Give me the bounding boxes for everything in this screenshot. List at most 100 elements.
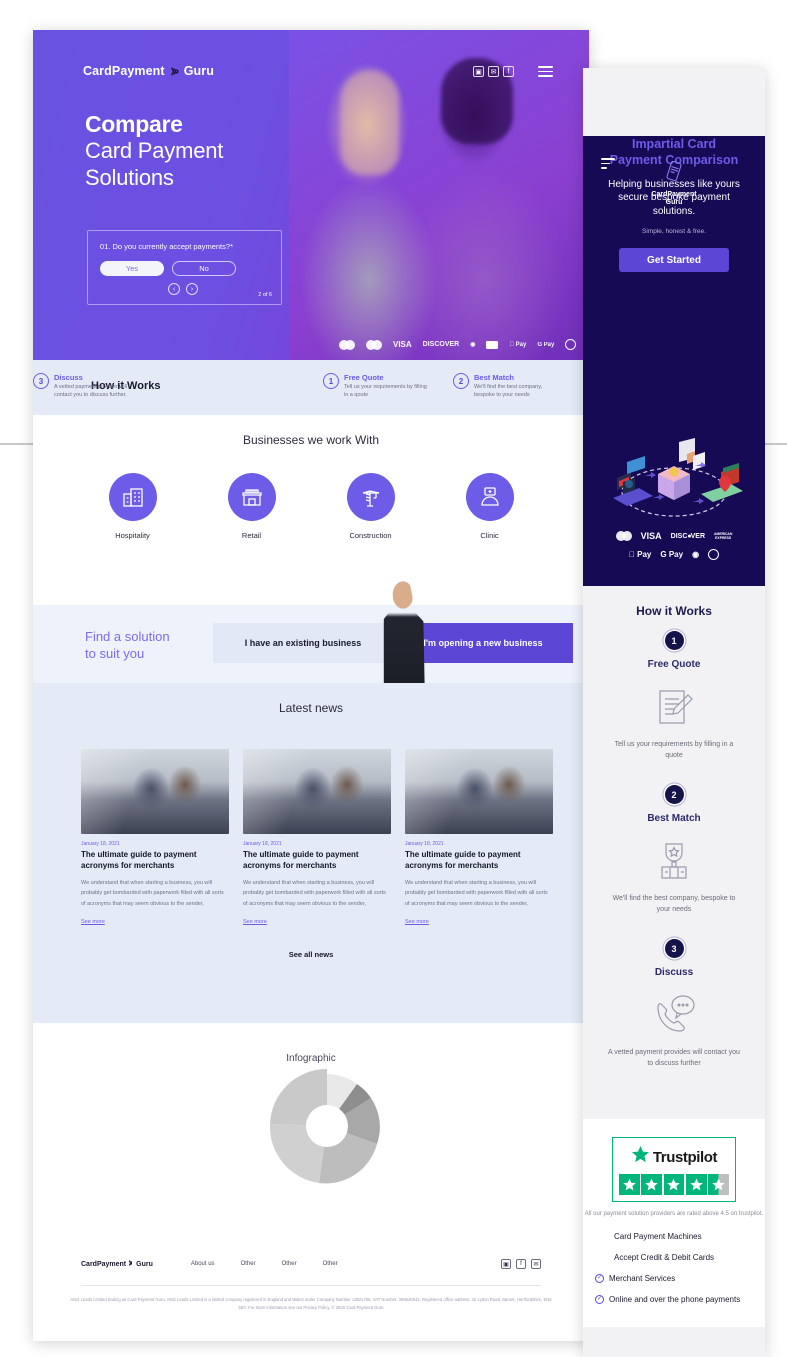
- site-logo[interactable]: CardPayment Guru: [83, 64, 214, 78]
- news-card[interactable]: January 18, 2021 The ultimate guide to p…: [243, 749, 391, 928]
- news-grid: January 18, 2021 The ultimate guide to p…: [33, 715, 589, 928]
- business-label: Clinic: [480, 531, 499, 540]
- business-item-construction[interactable]: Construction: [331, 473, 411, 540]
- mobile-step-3: 3 Discuss A vetted payment provides will…: [583, 939, 765, 1069]
- see-all-news-link[interactable]: See all news: [33, 950, 589, 959]
- service-label: Accept Credit & Debit Cards: [614, 1252, 715, 1262]
- isometric-commerce-illustration: [583, 436, 765, 526]
- hero-payment-logos: VISA DISCOVER ◉  Pay G Pay: [339, 339, 577, 350]
- shop-icon: [227, 473, 276, 521]
- latest-news-title: Latest news: [278, 701, 344, 715]
- star-icon: [619, 1174, 640, 1195]
- businesses-section: Businesses we work With Hospitality Reta…: [33, 415, 589, 605]
- news-card[interactable]: January 18, 2021 The ultimate guide to p…: [81, 749, 229, 928]
- star-half-icon: [708, 1174, 729, 1195]
- news-date: January 18, 2021: [243, 841, 282, 847]
- latest-news-section: Latest news January 18, 2021 The ultimat…: [33, 683, 589, 1023]
- payment-logo-row-1: VISA DISC ● VER AMERICAN EXPRESS: [583, 531, 765, 541]
- twitter-icon[interactable]: ✉: [488, 66, 499, 77]
- chevron-left-icon[interactable]: ‹: [168, 283, 180, 295]
- footer-legal-text: ANG Leads Limited trading as Card Paymen…: [70, 1297, 552, 1310]
- chevron-right-icon[interactable]: ›: [186, 283, 198, 295]
- step-body: A vetted payment provides will contact y…: [608, 1049, 740, 1067]
- footer-nav-item-other-3[interactable]: Other: [323, 1261, 338, 1267]
- diners-club-icon: ◉: [689, 550, 699, 559]
- footer-logo[interactable]: CardPayment Guru: [81, 1259, 153, 1269]
- header-social-links[interactable]: ▣ ✉ f: [473, 66, 514, 77]
- service-item-merchant-services[interactable]: ✓ Merchant Services: [595, 1273, 753, 1284]
- hero-photo: [289, 30, 589, 360]
- news-see-more-link[interactable]: See more: [81, 919, 105, 925]
- maestro-icon: [366, 339, 382, 350]
- service-label: Online and over the phone payments: [609, 1295, 741, 1305]
- tab-existing-business[interactable]: I have an existing business: [213, 623, 393, 663]
- check-circle-icon: ✓: [595, 1273, 604, 1283]
- step-heading: Best Match: [647, 813, 701, 824]
- quiz-options: Yes No: [100, 261, 236, 276]
- trustpilot-name: Trustpilot: [652, 1148, 718, 1166]
- hero-quiz-widget: 01. Do you currently accept payments?* Y…: [87, 230, 282, 305]
- mobile-trustpilot-section: Trustpilot All our payment solution prov…: [583, 1119, 765, 1328]
- step-body: Tell us your requirements by filling in …: [344, 384, 427, 399]
- hero-heading-line2: Card Payment: [85, 138, 224, 164]
- find-solution-line1: Find a solution: [85, 629, 170, 644]
- visa-icon: VISA: [393, 340, 412, 349]
- footer-nav-item-about[interactable]: About us: [191, 1261, 215, 1267]
- infographic-placeholder-chart: [269, 1069, 380, 1184]
- step-number: 1: [664, 631, 684, 650]
- document-pencil-icon: [583, 684, 765, 730]
- step-number: 3: [33, 373, 49, 389]
- trophy-icon: [583, 838, 765, 884]
- contactless-icon: [565, 339, 577, 350]
- logo-text-secondary: Guru: [183, 64, 214, 78]
- find-solution-line2: to suit you: [85, 645, 145, 661]
- visa-icon: VISA: [640, 531, 662, 541]
- business-item-retail[interactable]: Retail: [212, 473, 292, 540]
- how-it-works-step-3: 3 Discuss A vetted payment provider will…: [33, 373, 140, 400]
- quiz-option-no[interactable]: No: [172, 261, 236, 276]
- mobile-step-2: 2 Best Match We'll find the best company…: [583, 785, 765, 915]
- business-label: Retail: [241, 531, 262, 540]
- facebook-icon[interactable]: f: [503, 66, 514, 77]
- find-solution-section: Find a solution to suit you I have an ex…: [33, 575, 589, 683]
- infographic-section: Infographic: [33, 1023, 589, 1233]
- hamburger-menu-icon[interactable]: [538, 66, 553, 77]
- instagram-icon[interactable]: ▣: [473, 66, 484, 77]
- contactless-icon: [708, 549, 720, 560]
- step-heading: Discuss: [54, 373, 83, 382]
- trustpilot-card: Trustpilot: [612, 1137, 736, 1202]
- mobile-logo[interactable]: CardPayment Guru: [583, 158, 765, 207]
- service-item-online-phone[interactable]: ✓ Online and over the phone payments: [595, 1294, 753, 1305]
- service-item-card-machines[interactable]: Card Payment Machines: [595, 1231, 753, 1242]
- news-see-more-link[interactable]: See more: [405, 919, 429, 925]
- card-terminal-icon: [583, 158, 765, 189]
- business-item-clinic[interactable]: Clinic: [450, 473, 530, 540]
- get-started-button[interactable]: Get Started: [619, 248, 729, 272]
- facebook-icon[interactable]: f: [516, 1259, 526, 1269]
- news-date: January 18, 2021: [81, 841, 120, 847]
- business-label: Hospitality: [115, 531, 150, 540]
- news-card[interactable]: January 18, 2021 The ultimate guide to p…: [405, 749, 553, 928]
- business-label: Construction: [349, 531, 392, 540]
- quiz-question: 01. Do you currently accept payments?*: [100, 242, 233, 251]
- step-body: A vetted payment provider will contact y…: [54, 384, 128, 399]
- footer-nav-item-other-2[interactable]: Other: [282, 1261, 297, 1267]
- footer-nav-item-other-1[interactable]: Other: [241, 1261, 256, 1267]
- service-item-credit-debit[interactable]: Accept Credit & Debit Cards: [595, 1252, 753, 1263]
- star-icon: [685, 1174, 707, 1195]
- google-pay-icon: G Pay: [532, 341, 554, 348]
- instagram-icon[interactable]: ▣: [501, 1259, 511, 1269]
- step-number: 1: [323, 373, 339, 389]
- step-heading: Free Quote: [647, 659, 701, 670]
- step-body: We'll find the best company, bespoke to …: [474, 384, 543, 399]
- step-heading: Best Match: [474, 373, 515, 382]
- generic-card-icon: [486, 340, 499, 349]
- news-see-more-link[interactable]: See more: [243, 919, 267, 925]
- quiz-option-yes[interactable]: Yes: [100, 261, 164, 276]
- business-item-hospitality[interactable]: Hospitality: [93, 473, 173, 540]
- step-heading: Free Quote: [344, 373, 384, 382]
- news-thumbnail: [243, 749, 391, 834]
- mobile-step-1: 1 Free Quote Tell us your requirements b…: [583, 631, 765, 761]
- businesses-title: Businesses we work With: [242, 433, 380, 447]
- twitter-icon[interactable]: ✉: [531, 1259, 541, 1269]
